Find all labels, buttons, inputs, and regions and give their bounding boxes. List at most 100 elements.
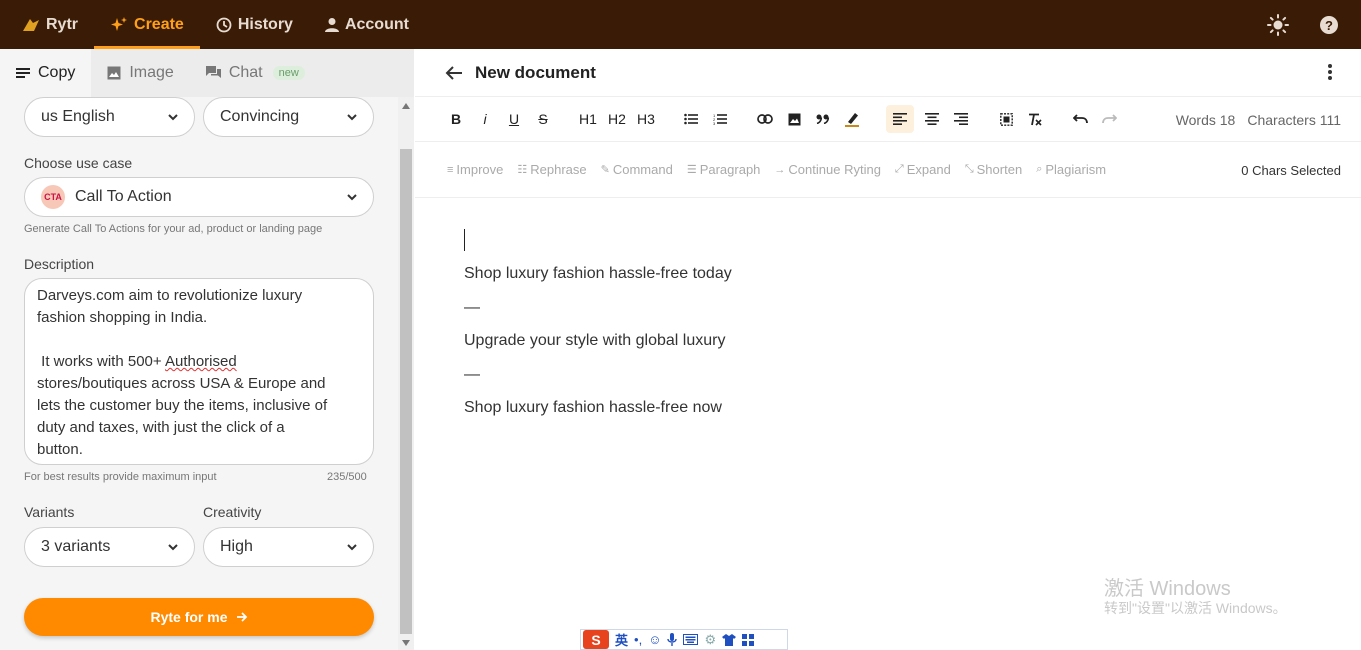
quote-button[interactable] [812, 105, 834, 133]
back-arrow-icon[interactable] [445, 65, 463, 81]
shorten-button[interactable]: ⤡ Shorten [965, 162, 1022, 177]
continue-ryting-button[interactable]: → Continue Ryting [774, 162, 881, 177]
sogou-logo-icon[interactable]: S [583, 630, 609, 649]
creativity-select[interactable]: High [203, 527, 374, 567]
nav-create[interactable]: Create [94, 0, 200, 49]
history-icon [216, 17, 232, 32]
content-separator[interactable]: — [464, 366, 480, 384]
ai-actions-bar: ≡ Improve ☷ Rephrase ✎ Command ☰ Paragraph →… [415, 142, 1361, 198]
document-header: New document [415, 49, 1361, 97]
chevron-down-icon [347, 544, 357, 551]
tab-copy[interactable]: Copy [0, 49, 92, 97]
clear-format-icon [1029, 113, 1042, 126]
tone-select[interactable]: Convincing [203, 97, 374, 137]
underline-button[interactable]: U [503, 105, 525, 133]
tab-image[interactable]: Image [91, 49, 189, 97]
wand-icon: ✎ [600, 164, 610, 176]
user-icon [324, 17, 339, 32]
align-center-button[interactable] [921, 105, 943, 133]
ryte-for-me-button[interactable]: Ryte for me [24, 598, 374, 636]
shorten-icon: ⤡ [964, 163, 974, 175]
redo-button[interactable] [1098, 105, 1120, 133]
nav-account[interactable]: Account [309, 0, 425, 49]
punctuation-icon[interactable]: •, [634, 632, 642, 647]
command-button[interactable]: ✎ Command [601, 162, 673, 177]
quote-icon [816, 114, 830, 124]
chevron-down-icon [347, 114, 357, 121]
continue-ryting-label: Continue Ryting [788, 162, 881, 177]
heading1-button[interactable]: H1 [577, 105, 599, 133]
left-scrollbar[interactable] [398, 97, 414, 650]
help-icon[interactable]: ? [1319, 15, 1339, 35]
improve-button[interactable]: ≡ Improve [447, 162, 503, 177]
expand-icon: ⤢ [894, 163, 904, 175]
highlight-button[interactable] [841, 105, 863, 133]
content-separator[interactable]: — [464, 299, 480, 317]
description-textarea[interactable]: Darveys.com aim to revolutionize luxury … [24, 278, 374, 465]
theme-toggle-sun-icon[interactable] [1267, 13, 1289, 36]
brand-logo[interactable]: Rytr [0, 0, 94, 49]
redo-icon [1101, 114, 1117, 124]
content-line[interactable]: Upgrade your style with global luxury [464, 332, 725, 350]
tab-chat[interactable]: Chat new [190, 49, 321, 97]
grid-menu-icon[interactable] [742, 633, 755, 646]
align-right-button[interactable] [950, 105, 972, 133]
use-case-select[interactable]: CTA Call To Action [24, 177, 374, 217]
bullet-list-button[interactable] [680, 105, 702, 133]
select-all-button[interactable] [995, 105, 1017, 133]
misspelled-word: Authorised [164, 353, 237, 370]
scroll-down-arrow-icon[interactable] [402, 640, 410, 646]
content-line[interactable]: Shop luxury fashion hassle-free now [464, 399, 722, 417]
insert-image-button[interactable] [783, 105, 805, 133]
svg-text:?: ? [1325, 18, 1333, 33]
use-case-label: Choose use case [24, 155, 133, 171]
strikethrough-button[interactable]: S [532, 105, 554, 133]
description-char-count: 235/500 [327, 471, 367, 483]
left-panel: Copy Image Chat new us English Convincin… [0, 49, 414, 650]
chars-selected-status: 0 Chars Selected [1241, 162, 1341, 178]
align-right-icon [954, 113, 968, 125]
top-navbar: Rytr Create History Account ? [0, 0, 1361, 49]
windows-activation-title: 激活 Windows [1104, 578, 1231, 600]
creativity-label: Creativity [203, 504, 262, 520]
scroll-up-arrow-icon[interactable] [402, 103, 410, 109]
variants-select[interactable]: 3 variants [24, 527, 195, 567]
expand-button[interactable]: ⤢ Expand [895, 162, 951, 177]
align-left-button[interactable] [886, 105, 914, 133]
nav-account-label: Account [344, 15, 409, 33]
document-title[interactable]: New document [475, 63, 596, 83]
rephrase-button[interactable]: ☷ Rephrase [517, 162, 586, 177]
highlighter-icon [845, 113, 859, 127]
tools-icon[interactable]: ⚙ [704, 632, 716, 648]
command-label: Command [612, 162, 673, 177]
call-to-action-icon: CTA [41, 185, 65, 209]
more-options-icon[interactable] [1327, 63, 1333, 81]
undo-button[interactable] [1069, 105, 1091, 133]
italic-button[interactable]: i [474, 105, 496, 133]
link-button[interactable] [754, 105, 776, 133]
emoji-icon[interactable]: ☺ [648, 632, 661, 647]
language-select[interactable]: us English [24, 97, 195, 137]
skin-shirt-icon[interactable] [722, 633, 737, 646]
tab-chat-label: Chat [228, 64, 263, 81]
scroll-thumb[interactable] [400, 149, 412, 634]
plagiarism-label: Plagiarism [1045, 162, 1107, 177]
microphone-icon[interactable] [667, 632, 678, 647]
keyboard-icon[interactable] [683, 634, 699, 645]
paragraph-button[interactable]: ☰ Paragraph [687, 162, 761, 177]
rytr-logo-icon [23, 18, 39, 31]
plagiarism-button[interactable]: ⌕ Plagiarism [1036, 162, 1106, 177]
language-value: us English [41, 108, 115, 125]
nav-history[interactable]: History [200, 0, 309, 49]
bold-button[interactable]: B [445, 105, 467, 133]
numbered-list-button[interactable]: 123 [709, 105, 731, 133]
clear-format-button[interactable] [1024, 105, 1046, 133]
ime-language-toggle[interactable]: 英 [615, 630, 628, 649]
expand-label: Expand [906, 162, 951, 177]
paragraph-label: Paragraph [699, 162, 761, 177]
content-line[interactable]: Shop luxury fashion hassle-free today [464, 265, 732, 283]
heading2-button[interactable]: H2 [606, 105, 628, 133]
ryte-for-me-label: Ryte for me [150, 609, 228, 625]
chevron-down-icon [347, 194, 357, 201]
heading3-button[interactable]: H3 [635, 105, 657, 133]
